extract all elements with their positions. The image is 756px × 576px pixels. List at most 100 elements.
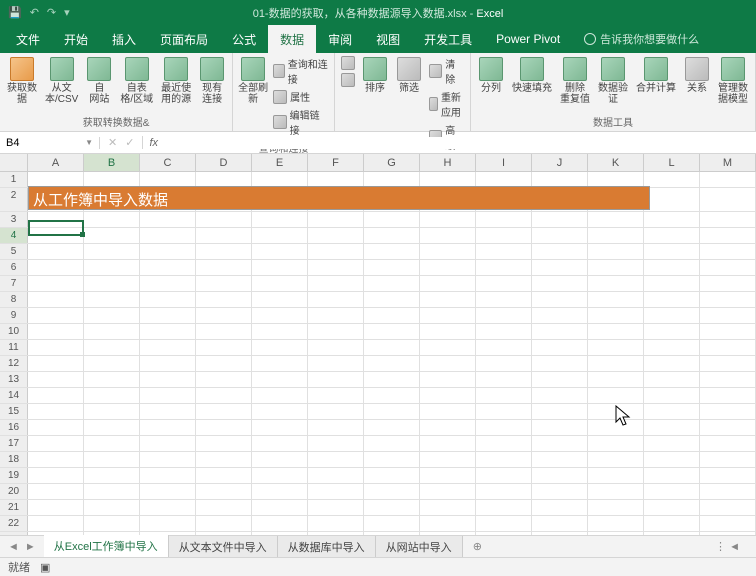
cell[interactable]	[420, 260, 476, 275]
sheet-nav[interactable]: ◄►	[0, 541, 44, 553]
cell[interactable]	[196, 372, 252, 387]
row-header[interactable]: 15	[0, 404, 28, 419]
cell[interactable]	[28, 244, 84, 259]
col-header[interactable]: H	[420, 154, 476, 171]
sheet-tab[interactable]: 从数据库中导入	[278, 536, 376, 558]
cell[interactable]	[308, 292, 364, 307]
cell[interactable]	[420, 324, 476, 339]
cell[interactable]	[140, 260, 196, 275]
cell[interactable]	[252, 260, 308, 275]
cell[interactable]	[588, 172, 644, 187]
sheet-tab[interactable]: 从网站中导入	[376, 536, 463, 558]
cell[interactable]	[84, 372, 140, 387]
cell[interactable]	[644, 404, 700, 419]
cell[interactable]	[364, 500, 420, 515]
cell[interactable]	[252, 516, 308, 531]
cancel-formula-icon[interactable]: ✕	[108, 136, 117, 149]
clear-filter-button[interactable]: 清除	[427, 55, 466, 87]
cell[interactable]	[476, 276, 532, 291]
cell[interactable]	[588, 388, 644, 403]
cell[interactable]	[420, 356, 476, 371]
row-header[interactable]: 20	[0, 484, 28, 499]
row-header[interactable]: 2	[0, 188, 28, 211]
cell[interactable]	[588, 308, 644, 323]
cell[interactable]	[532, 500, 588, 515]
cell[interactable]	[700, 452, 756, 467]
cell[interactable]	[700, 244, 756, 259]
cell[interactable]	[140, 436, 196, 451]
formula-input[interactable]	[164, 137, 756, 149]
cell[interactable]	[700, 388, 756, 403]
col-header[interactable]: A	[28, 154, 84, 171]
cell[interactable]	[532, 516, 588, 531]
cell[interactable]	[364, 228, 420, 243]
cell[interactable]	[532, 212, 588, 227]
cell[interactable]	[588, 340, 644, 355]
cell[interactable]	[140, 212, 196, 227]
cell[interactable]	[644, 276, 700, 291]
name-box-dropdown-icon[interactable]: ▼	[85, 138, 93, 147]
tab-powerpivot[interactable]: Power Pivot	[484, 26, 572, 52]
cell[interactable]	[476, 372, 532, 387]
cell[interactable]	[308, 260, 364, 275]
cell[interactable]	[308, 372, 364, 387]
cell[interactable]	[420, 244, 476, 259]
cell[interactable]	[588, 372, 644, 387]
cell[interactable]	[588, 436, 644, 451]
cell[interactable]	[420, 420, 476, 435]
col-header[interactable]: G	[364, 154, 420, 171]
cell[interactable]	[532, 340, 588, 355]
cell[interactable]	[476, 228, 532, 243]
cell[interactable]	[28, 500, 84, 515]
cell[interactable]	[364, 244, 420, 259]
cell[interactable]	[420, 436, 476, 451]
cell[interactable]	[532, 244, 588, 259]
cell[interactable]	[308, 516, 364, 531]
cell[interactable]	[28, 212, 84, 227]
cell[interactable]	[140, 484, 196, 499]
cell[interactable]	[196, 244, 252, 259]
row-header[interactable]: 18	[0, 452, 28, 467]
select-all-corner[interactable]	[0, 154, 28, 171]
col-header[interactable]: M	[700, 154, 756, 171]
row-header[interactable]: 10	[0, 324, 28, 339]
col-header[interactable]: C	[140, 154, 196, 171]
cell[interactable]	[532, 404, 588, 419]
cell[interactable]	[252, 324, 308, 339]
cell[interactable]	[252, 212, 308, 227]
cell[interactable]	[644, 484, 700, 499]
cell[interactable]	[364, 276, 420, 291]
cell[interactable]	[700, 404, 756, 419]
cell[interactable]	[252, 292, 308, 307]
cell[interactable]	[308, 436, 364, 451]
tab-scroll[interactable]: ⋮ ◄	[715, 540, 756, 553]
cell[interactable]	[308, 404, 364, 419]
cell[interactable]	[588, 244, 644, 259]
edit-links-button[interactable]: 编辑链接	[271, 106, 330, 138]
cell[interactable]	[644, 292, 700, 307]
cell[interactable]	[140, 308, 196, 323]
cell[interactable]	[700, 436, 756, 451]
cell[interactable]	[588, 484, 644, 499]
tab-view[interactable]: 视图	[364, 25, 412, 54]
cell[interactable]	[700, 172, 756, 187]
cell[interactable]	[28, 260, 84, 275]
cell[interactable]	[476, 292, 532, 307]
cell[interactable]	[420, 276, 476, 291]
cell[interactable]	[700, 276, 756, 291]
cell[interactable]	[140, 372, 196, 387]
cell[interactable]	[476, 260, 532, 275]
cell[interactable]	[252, 436, 308, 451]
cell[interactable]	[308, 468, 364, 483]
cell[interactable]	[588, 292, 644, 307]
cell[interactable]	[588, 452, 644, 467]
fx-icon[interactable]: fx	[143, 137, 164, 149]
cell[interactable]	[588, 356, 644, 371]
cell[interactable]	[532, 260, 588, 275]
cell[interactable]	[644, 228, 700, 243]
cell[interactable]	[700, 500, 756, 515]
cell[interactable]	[252, 388, 308, 403]
cell[interactable]	[140, 516, 196, 531]
cell[interactable]	[84, 228, 140, 243]
cell[interactable]	[84, 468, 140, 483]
